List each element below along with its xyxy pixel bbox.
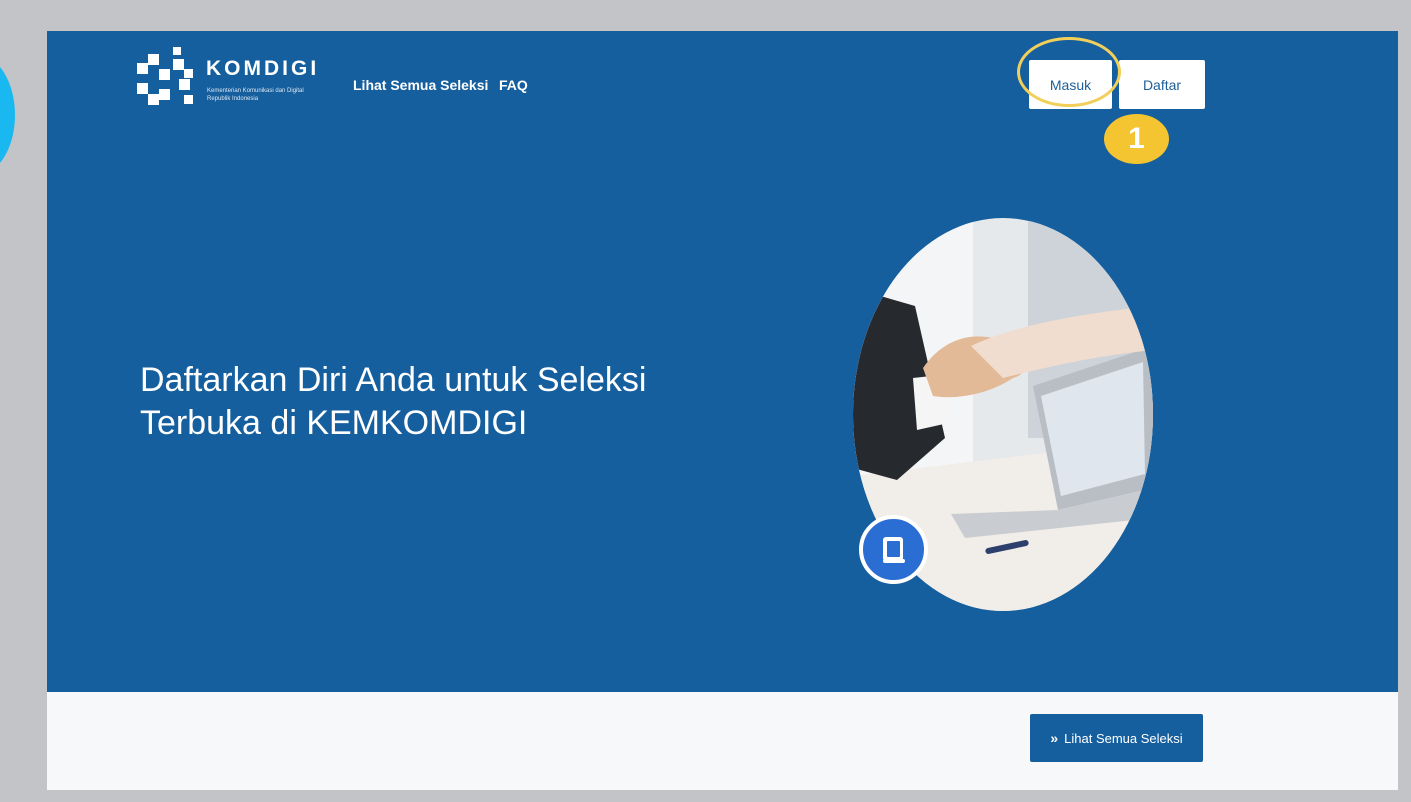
logo-subtitle: Kementerian Komunikasi dan Digital Repub… xyxy=(207,87,332,103)
view-all-selections-label: Lihat Semua Seleksi xyxy=(1064,730,1183,746)
komdigi-logo[interactable]: KOMDIGI Kementerian Komunikasi dan Digit… xyxy=(135,45,345,115)
hero-title-line1: Daftarkan Diri Anda untuk Seleksi xyxy=(140,361,647,399)
hero-title-line2: Terbuka di KEMKOMDIGI xyxy=(140,404,528,442)
lower-section: » Lihat Semua Seleksi xyxy=(47,692,1398,790)
book-icon xyxy=(882,536,905,563)
side-decoration-bubble xyxy=(0,55,15,175)
hero-title: Daftarkan Diri Anda untuk Seleksi Terbuk… xyxy=(140,359,740,445)
view-all-selections-button[interactable]: » Lihat Semua Seleksi xyxy=(1030,714,1203,762)
login-button[interactable]: Masuk xyxy=(1029,60,1112,109)
register-button[interactable]: Daftar xyxy=(1119,60,1205,109)
hero-section: KOMDIGI Kementerian Komunikasi dan Digit… xyxy=(47,31,1398,692)
nav-link-faq[interactable]: FAQ xyxy=(499,77,528,93)
tutorial-step-badge: 1 xyxy=(1104,114,1169,164)
logo-subtitle-line2: Republik Indonesia xyxy=(207,96,259,102)
komdigi-logo-mark-icon xyxy=(137,47,193,105)
nav-link-lihat-semua-seleksi[interactable]: Lihat Semua Seleksi xyxy=(353,77,488,93)
browser-page: KOMDIGI Kementerian Komunikasi dan Digit… xyxy=(47,31,1398,790)
logo-wordmark: KOMDIGI xyxy=(206,57,320,80)
logo-subtitle-line1: Kementerian Komunikasi dan Digital xyxy=(207,88,304,94)
double-chevron-right-icon: » xyxy=(1050,730,1059,746)
book-badge xyxy=(859,515,928,584)
